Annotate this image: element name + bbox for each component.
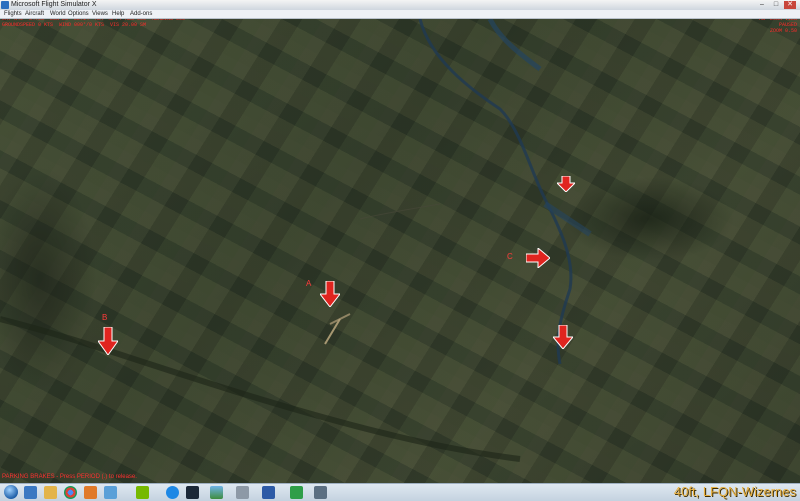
arrow-down-icon (557, 176, 575, 192)
maximize-button[interactable]: □ (770, 1, 782, 9)
aerial-scenery-view[interactable]: LAT N49° 34.93' LON E3° 22.14' ALT 40 FT… (0, 19, 800, 483)
menu-world[interactable]: World (50, 10, 66, 18)
fsx-icon[interactable] (262, 486, 275, 499)
menu-add-ons[interactable]: Add-ons (130, 10, 152, 18)
river-network (0, 19, 592, 462)
edge-icon[interactable] (166, 486, 179, 499)
arrow-down-icon (553, 325, 573, 349)
close-button[interactable]: ✕ (784, 1, 796, 9)
status-message: PARKING BRAKES - Press PERIOD (.) to rel… (2, 474, 137, 480)
minimize-button[interactable]: – (756, 1, 768, 9)
monitor-icon[interactable] (314, 486, 327, 499)
window-title: Microsoft Flight Simulator X (11, 1, 97, 8)
ie-icon[interactable] (24, 486, 37, 499)
marker-b-label: B (102, 313, 108, 322)
arrow-down-icon (320, 281, 340, 307)
start-icon[interactable] (4, 485, 18, 499)
marker-c-label: C (507, 252, 513, 261)
menu-options[interactable]: Options (68, 10, 89, 18)
marker-a-label: A (306, 279, 312, 288)
arrow-right-icon (526, 248, 550, 268)
nvidia-icon[interactable] (136, 486, 149, 499)
menu-aircraft[interactable]: Aircraft (25, 10, 44, 18)
menu-bar: Flights Aircraft World Options Views Hel… (0, 10, 800, 19)
hud-readout-right: TOP DOWN VIEW PAUSED ZOOM 0.50 (757, 19, 797, 34)
menu-views[interactable]: Views (92, 10, 108, 18)
location-readout: 40ft, LFQN-Wizernes (673, 484, 796, 499)
menu-help[interactable]: Help (112, 10, 124, 18)
paint-icon[interactable] (104, 486, 117, 499)
bird-icon[interactable] (290, 486, 303, 499)
landscape-icon[interactable] (210, 486, 223, 499)
arrow-down-icon (98, 327, 118, 355)
folder-icon[interactable] (44, 486, 57, 499)
media-icon[interactable] (84, 486, 97, 499)
steam-icon[interactable] (186, 486, 199, 499)
app-icon (1, 1, 9, 9)
email-icon[interactable] (236, 486, 249, 499)
hud-readout-left: LAT N49° 34.93' LON E3° 22.14' ALT 40 FT… (2, 19, 189, 28)
menu-flights[interactable]: Flights (4, 10, 22, 18)
chrome-icon[interactable] (64, 486, 77, 499)
